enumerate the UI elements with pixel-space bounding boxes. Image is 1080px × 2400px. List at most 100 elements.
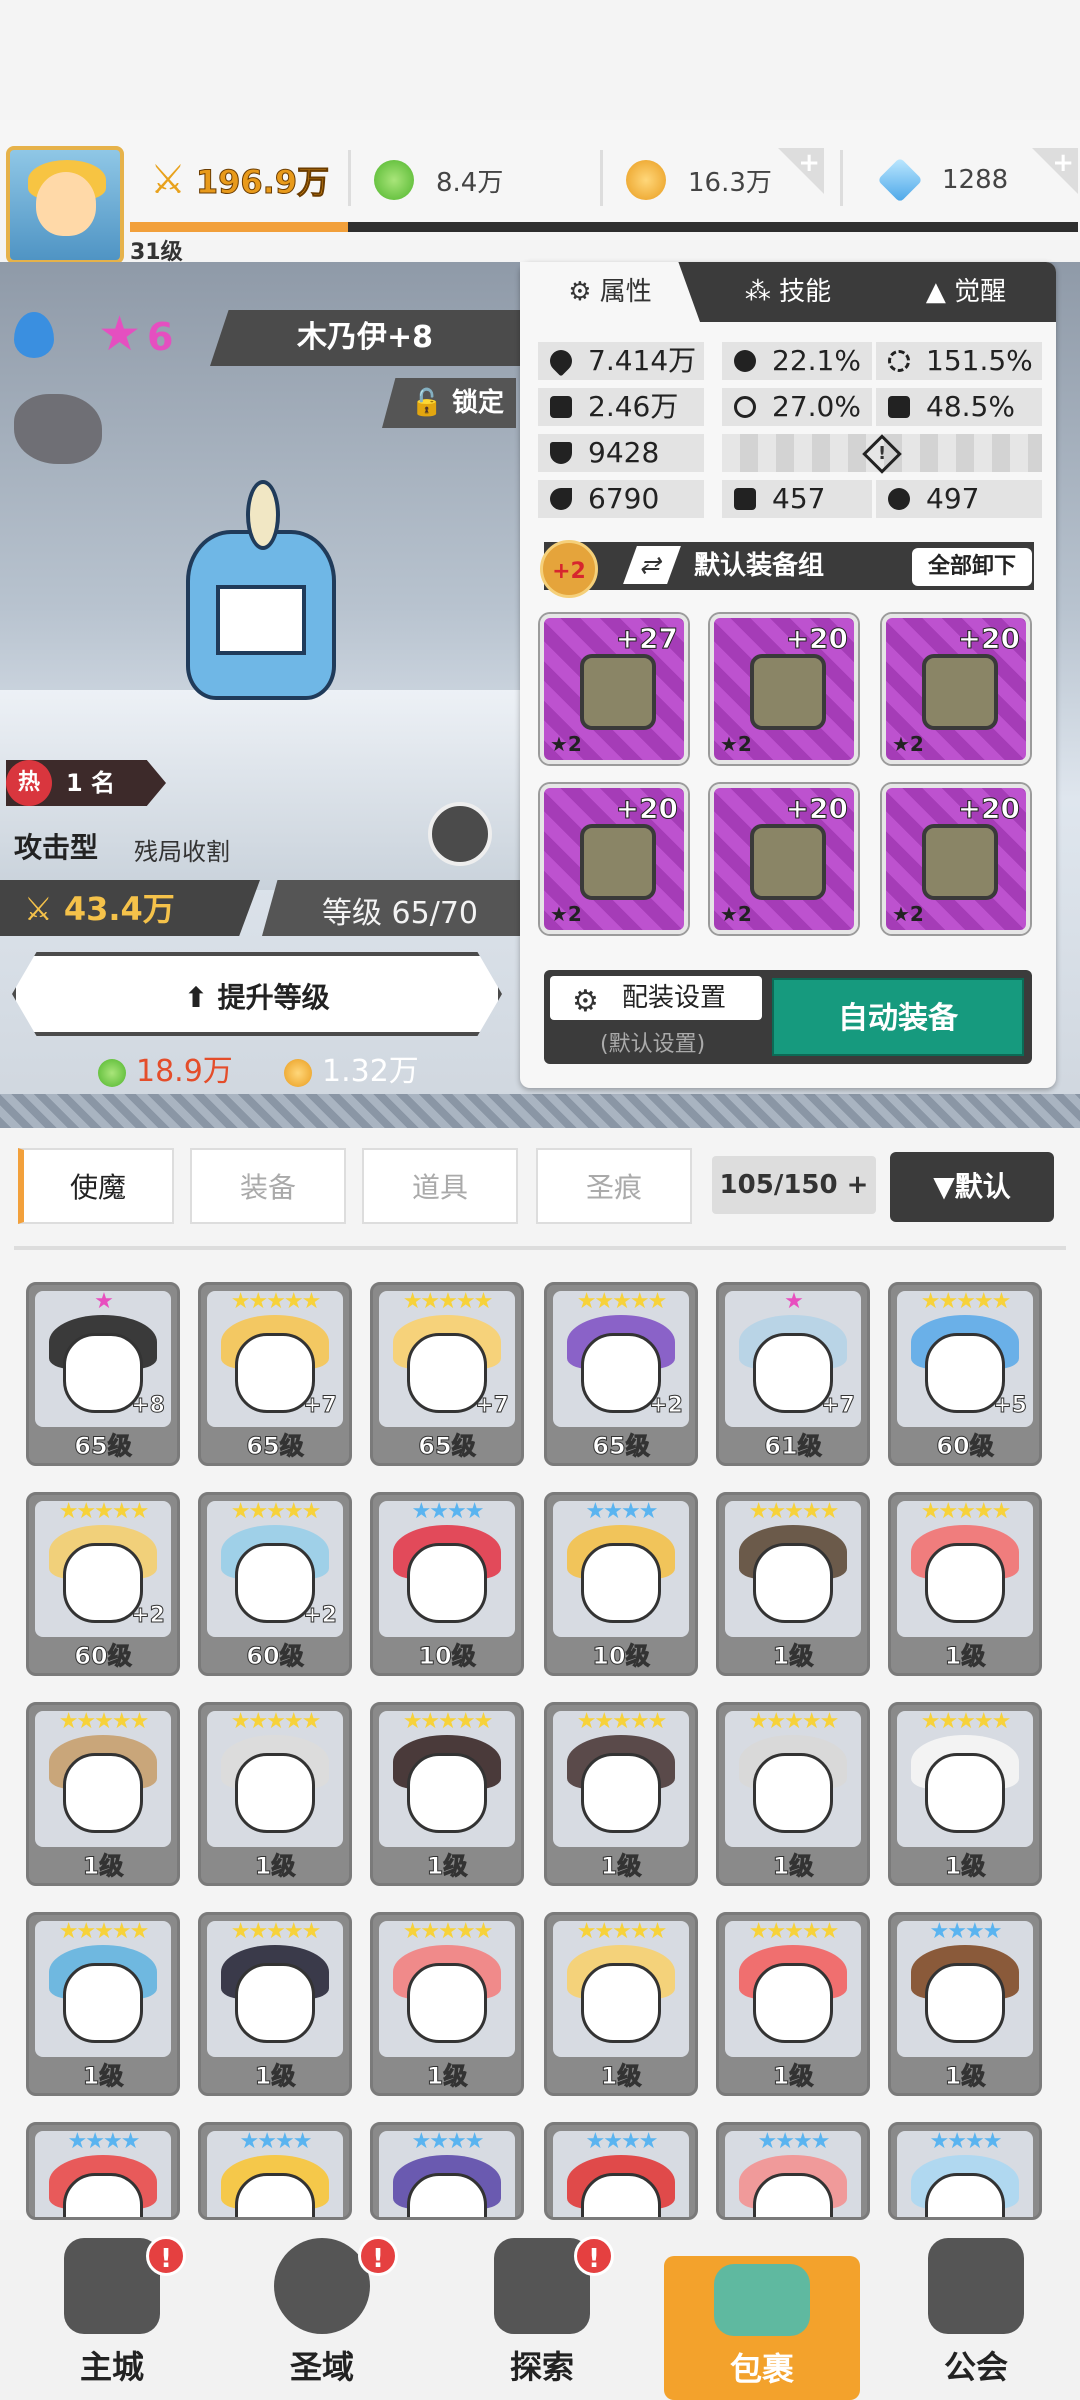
familiar-card[interactable]: ★★★★ 1级	[888, 1912, 1042, 2096]
crystal-resource: 1288	[877, 150, 1008, 210]
familiar-card[interactable]: ★★★★★ 1级	[26, 1912, 180, 2096]
stat-hp: 7.414万	[538, 342, 704, 380]
familiar-card[interactable]: ★★★★★ 1级	[716, 1702, 870, 1886]
hero-role: 残局收割	[134, 838, 230, 866]
familiar-card[interactable]: ★★★★	[370, 2122, 524, 2220]
awaken-icon: ▲	[925, 277, 955, 307]
familiar-card[interactable]: ★★★★★ 1级	[716, 1912, 870, 2096]
familiar-card[interactable]: ★★★★★ 1级	[716, 1492, 870, 1676]
crit-icon	[734, 350, 756, 372]
equipment-slot[interactable]: +20 ★2	[710, 614, 858, 764]
gold-coin-icon	[284, 1058, 312, 1087]
nav-backpack[interactable]: 包裹	[664, 2256, 860, 2400]
tab-skills[interactable]: ⁂ 技能	[700, 262, 876, 322]
familiar-card[interactable]: ★★★★★ +2 60级	[26, 1492, 180, 1676]
hero-power: ⚔ 43.4万	[24, 890, 175, 928]
levelup-cost-gold: 1.32万	[284, 1046, 419, 1090]
puzzle-lock-icon[interactable]	[14, 394, 102, 464]
equipment-slot[interactable]: +20 ★2	[882, 784, 1030, 934]
hot-icon: 热	[6, 760, 52, 806]
familiar-card[interactable]: ★★★★ 10级	[544, 1492, 698, 1676]
lock-button[interactable]: 🔓 锁定	[382, 378, 516, 428]
familiar-card[interactable]: ★★★★ 10级	[370, 1492, 524, 1676]
familiar-card[interactable]: ★★★★	[544, 2122, 698, 2220]
familiar-card[interactable]: ★★★★★ 1级	[198, 1912, 352, 2096]
familiar-card[interactable]: ★★★★★ 1级	[198, 1702, 352, 1886]
hero-level: 等级 65/70	[322, 896, 478, 931]
category-equipment[interactable]: 装备	[190, 1148, 346, 1224]
familiar-card[interactable]: ★★★★★ 1级	[888, 1492, 1042, 1676]
loadout-settings-button[interactable]: ⚙ 配装设置	[550, 976, 762, 1020]
equipment-slot[interactable]: +27 ★2	[540, 614, 688, 764]
stat-effect-hit: 457	[722, 480, 872, 518]
auto-equip-button[interactable]: 自动装备	[772, 978, 1024, 1056]
player-xp-bar	[130, 222, 1078, 232]
equipment-slot[interactable]: +20 ★2	[540, 784, 688, 934]
player-avatar[interactable]	[6, 146, 124, 264]
category-familiar[interactable]: 使魔	[18, 1148, 174, 1224]
tab-awaken[interactable]: ▲ 觉醒	[876, 262, 1056, 322]
helmet-icon	[750, 654, 826, 730]
unequip-all-button[interactable]: 全部卸下	[912, 548, 1032, 586]
stat-accuracy: 27.0%	[722, 388, 872, 426]
gear-icon: ⚙	[572, 984, 599, 1019]
swords-icon: ⚔	[150, 157, 186, 203]
nav-guild[interactable]: 公会	[876, 2238, 1076, 2400]
sword-icon	[580, 654, 656, 730]
familiar-card[interactable]: ★★★★★ 1级	[544, 1702, 698, 1886]
stat-speed: 6790	[538, 480, 704, 518]
green-resource: 8.4万	[374, 150, 503, 210]
stat-effect-resist: 497	[876, 480, 1042, 518]
equipment-slot[interactable]: +20 ★2	[882, 614, 1030, 764]
familiar-card[interactable]: ★★★★	[198, 2122, 352, 2220]
backpack-icon	[714, 2264, 810, 2336]
category-stigmata[interactable]: 圣痕	[536, 1148, 692, 1224]
hero-character-sprite	[146, 480, 386, 760]
familiar-card[interactable]: ★★★★★ 1级	[370, 1912, 524, 2096]
familiar-card[interactable]: ★★★★	[26, 2122, 180, 2220]
guild-helmet-icon	[928, 2238, 1024, 2334]
levelup-cost-green: 18.9万	[98, 1046, 233, 1090]
warning-icon: !	[877, 443, 887, 464]
power-display: ⚔ 196.9万	[150, 157, 330, 203]
locked-stat-slot: !	[722, 434, 1042, 474]
equipment-slot[interactable]: +20 ★2	[710, 784, 858, 934]
familiar-card[interactable]: ★★★★	[716, 2122, 870, 2220]
sword-icon	[550, 396, 572, 418]
familiar-card[interactable]: ★★★★★ 1级	[888, 1702, 1042, 1886]
familiar-card[interactable]: ★★★★★ 1级	[26, 1702, 180, 1886]
familiar-card[interactable]: ★ +8 65级	[26, 1282, 180, 1466]
crit-damage-icon	[888, 350, 910, 372]
boots-icon	[922, 824, 998, 900]
familiar-card[interactable]: ★★★★★ +2 65级	[544, 1282, 698, 1466]
tab-attributes[interactable]: ⚙ 属性	[520, 262, 700, 322]
gold-resource: 16.3万	[626, 150, 772, 210]
familiar-card[interactable]: ★★★★★ 1级	[370, 1702, 524, 1886]
familiar-card[interactable]: ★★★★★ +7 65级	[198, 1282, 352, 1466]
familiar-card[interactable]: ★★★★★ +5 60级	[888, 1282, 1042, 1466]
crystal-icon	[877, 157, 923, 203]
familiar-card[interactable]: ★★★★★ 1级	[544, 1912, 698, 2096]
familiar-card[interactable]: ★★★★★ +2 60级	[198, 1492, 352, 1676]
swap-hero-button[interactable]	[428, 802, 492, 866]
level-up-button[interactable]: ⬆ 提升等级	[12, 952, 502, 1036]
loadout-settings-sub: (默认设置)	[600, 1032, 706, 1057]
stat-attack: 2.46万	[538, 388, 704, 426]
speed-icon	[550, 488, 572, 510]
sort-dropdown[interactable]: ▼默认	[890, 1152, 1054, 1222]
alert-badge-main-city: !	[146, 2236, 186, 2276]
attributes-icon: ⚙	[568, 277, 600, 307]
effect-resist-icon	[888, 488, 910, 510]
stat-dodge: 48.5%	[876, 388, 1042, 426]
inventory-count[interactable]: 105/150 +	[712, 1156, 876, 1214]
category-items[interactable]: 道具	[362, 1148, 518, 1224]
heart-icon	[545, 345, 577, 377]
familiar-card[interactable]: ★★★★★ +7 65级	[370, 1282, 524, 1466]
familiar-card[interactable]: ★ +7 61级	[716, 1282, 870, 1466]
effect-hit-icon	[734, 488, 756, 510]
stat-crit: 22.1%	[722, 342, 872, 380]
familiar-card[interactable]: ★★★★	[888, 2122, 1042, 2220]
armor-icon	[922, 654, 998, 730]
alert-badge-sanctuary: !	[358, 2236, 398, 2276]
gold-coin-icon	[626, 160, 666, 200]
